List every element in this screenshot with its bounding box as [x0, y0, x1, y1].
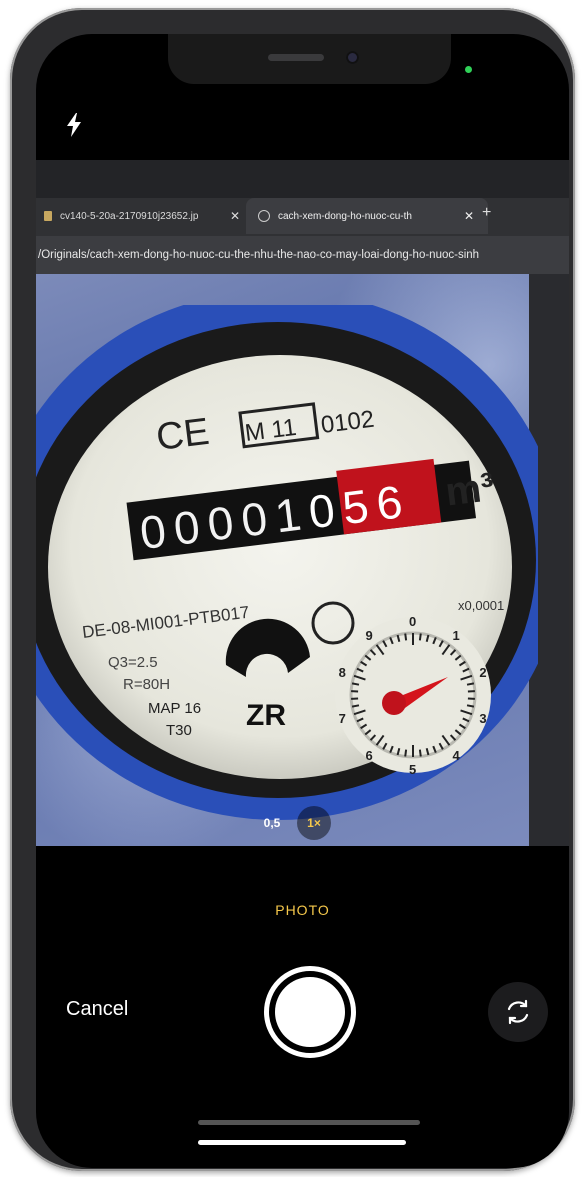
dial-number: 4: [452, 748, 460, 763]
dial-tick: [418, 749, 422, 757]
camera-viewfinder[interactable]: cv140-5-20a-2170910j23652.jp ✕ cach-xem-…: [36, 160, 569, 846]
dial-multiplier: x0,0001: [458, 598, 504, 613]
close-icon: ✕: [229, 209, 240, 223]
photographed-browser-window: cv140-5-20a-2170910j23652.jp ✕ cach-xem-…: [36, 160, 569, 274]
dial-number: 5: [409, 762, 416, 777]
water-meter-photo: CE M 11 0102 00001056 m³ DE-08-MI001-PTB…: [36, 305, 538, 820]
dial-number: 3: [479, 711, 486, 726]
screen: cv140-5-20a-2170910j23652.jp ✕ cach-xem-…: [36, 34, 569, 1168]
cancel-button[interactable]: Cancel: [66, 998, 128, 1021]
dial-number: 1: [452, 628, 459, 643]
dial-number: 0: [409, 614, 416, 629]
camera-in-use-indicator: [465, 66, 472, 73]
spec-r: R=80H: [123, 676, 170, 693]
notch: [168, 34, 451, 84]
camera-flip-icon[interactable]: [488, 982, 548, 1042]
image-file-icon: [44, 211, 52, 221]
browser-tab: cv140-5-20a-2170910j23652.jp ✕: [36, 198, 254, 234]
ce-mark: CE: [154, 411, 212, 459]
speaker: [268, 54, 324, 61]
dial-number: 6: [366, 748, 373, 763]
dial-tick: [351, 682, 360, 686]
bolt-icon[interactable]: [64, 112, 84, 138]
spec-map: MAP 16: [148, 700, 201, 717]
tab-label: cach-xem-dong-ho-nuoc-cu-th: [278, 210, 412, 222]
tab-label: cv140-5-20a-2170910j23652.jp: [60, 210, 199, 222]
globe-icon: [258, 210, 270, 222]
lens-bezel-line: [198, 1120, 420, 1125]
home-indicator[interactable]: [198, 1140, 406, 1145]
shutter-inner: [275, 977, 345, 1047]
dial-tick: [404, 749, 408, 757]
front-camera: [346, 51, 359, 64]
shutter-button[interactable]: [264, 966, 356, 1058]
zoom-selector: 0,5 1×: [255, 806, 355, 840]
dial-number: 9: [366, 628, 373, 643]
spec-t: T30: [166, 722, 192, 739]
new-tab-icon: +: [482, 204, 492, 221]
zoom-option-1x[interactable]: 1×: [297, 806, 331, 840]
close-icon: ✕: [463, 209, 474, 223]
phone-frame: cv140-5-20a-2170910j23652.jp ✕ cach-xem-…: [10, 8, 575, 1171]
dial-tick: [351, 704, 360, 708]
dial-number: 7: [339, 711, 346, 726]
address-bar-url: /Originals/cach-xem-dong-ho-nuoc-cu-the-…: [36, 236, 569, 274]
browser-frame: [36, 160, 569, 198]
spec-q3: Q3=2.5: [108, 654, 158, 671]
dial-number: 8: [339, 665, 346, 680]
dial-number: 2: [479, 665, 486, 680]
dial-tick: [404, 633, 408, 641]
dial-tick: [466, 704, 475, 708]
dial-tick: [418, 633, 422, 641]
browser-tab-active: cach-xem-dong-ho-nuoc-cu-th ✕: [246, 198, 488, 234]
brand-label: ZR: [246, 699, 286, 732]
mode-label-photo[interactable]: PHOTO: [36, 902, 569, 918]
unit-label: m³: [443, 465, 497, 515]
dial-tick: [466, 682, 475, 686]
zoom-option-0-5[interactable]: 0,5: [255, 806, 289, 840]
